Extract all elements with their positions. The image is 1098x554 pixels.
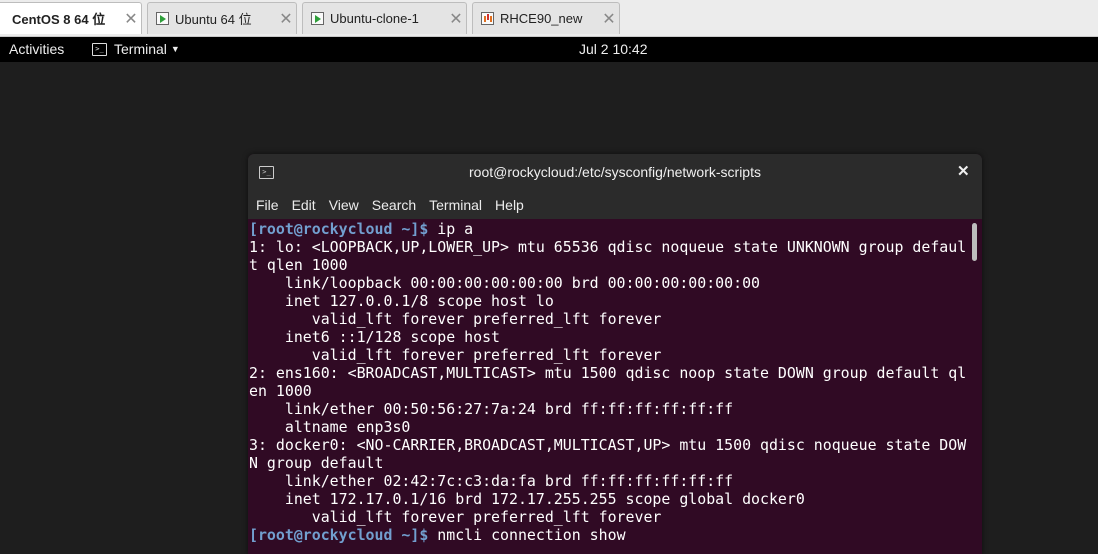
gnome-top-bar: Activities >_ Terminal ▼ Jul 2 10:42 [0, 37, 1098, 62]
vm-icon [481, 12, 494, 25]
terminal-line: link/ether 02:42:7c:c3:da:fa brd ff:ff:f… [249, 472, 968, 490]
chevron-down-icon: ▼ [170, 44, 180, 54]
line-text: valid_lft forever preferred_lft forever [249, 508, 662, 526]
line-text: link/ether 00:50:56:27:7a:24 brd ff:ff:f… [249, 400, 734, 418]
vm-tab-rhce[interactable]: RHCE90_new ✕ [472, 2, 620, 34]
window-title: root@rockycloud:/etc/sysconfig/network-s… [469, 164, 761, 180]
line-text: inet 172.17.0.1/16 brd 172.17.255.255 sc… [249, 490, 805, 508]
terminal-line: link/ether 00:50:56:27:7a:24 brd ff:ff:f… [249, 400, 968, 418]
close-icon[interactable]: ✕ [957, 162, 970, 180]
clock[interactable]: Jul 2 10:42 [579, 41, 648, 57]
line-text: N group default [249, 454, 384, 472]
terminal-window: >_ root@rockycloud:/etc/sysconfig/networ… [248, 154, 982, 554]
line-text: inet 127.0.0.1/8 scope host lo [249, 292, 554, 310]
vm-tab-ubuntu-clone[interactable]: Ubuntu-clone-1 ✕ [302, 2, 467, 34]
line-text: inet6 ::1/128 scope host [249, 328, 501, 346]
vm-icon [156, 12, 169, 25]
line-text: link/ether 02:42:7c:c3:da:fa brd ff:ff:f… [249, 472, 734, 490]
vm-tab-strip: CentOS 8 64 位 ✕ Ubuntu 64 位 ✕ Ubuntu-clo… [0, 0, 1098, 37]
vm-tab-label: RHCE90_new [500, 11, 583, 26]
terminal-line: valid_lft forever preferred_lft forever [249, 508, 968, 526]
line-text: 3: docker0: <NO-CARRIER,BROADCAST,MULTIC… [249, 436, 967, 454]
window-titlebar[interactable]: >_ root@rockycloud:/etc/sysconfig/networ… [248, 154, 982, 190]
line-text: nmcli connection show [428, 526, 626, 544]
app-menu-label: Terminal [114, 41, 167, 57]
vm-tab-centos[interactable]: CentOS 8 64 位 ✕ [0, 2, 142, 34]
terminal-line: 2: ens160: <BROADCAST,MULTICAST> mtu 150… [249, 364, 968, 382]
vm-tab-ubuntu[interactable]: Ubuntu 64 位 ✕ [147, 2, 297, 34]
terminal-icon: >_ [92, 42, 107, 56]
menu-view[interactable]: View [329, 197, 359, 213]
line-text: en 1000 [249, 382, 312, 400]
menu-help[interactable]: Help [495, 197, 524, 213]
shell-prompt: [root@rockycloud ~]$ [249, 220, 429, 238]
terminal-line: t qlen 1000 [249, 256, 968, 274]
terminal-line: inet6 ::1/128 scope host [249, 328, 968, 346]
terminal-line: link/loopback 00:00:00:00:00:00 brd 00:0… [249, 274, 968, 292]
vm-icon [311, 12, 324, 25]
line-text: 2: ens160: <BROADCAST,MULTICAST> mtu 150… [249, 364, 967, 382]
close-icon[interactable]: ✕ [276, 9, 296, 29]
line-text: ip a [428, 220, 474, 238]
terminal-line: inet 172.17.0.1/16 brd 172.17.255.255 sc… [249, 490, 968, 508]
menu-search[interactable]: Search [372, 197, 416, 213]
line-text: valid_lft forever preferred_lft forever [249, 310, 662, 328]
line-text: link/loopback 00:00:00:00:00:00 brd 00:0… [249, 274, 761, 292]
shell-prompt: [root@rockycloud ~]$ [249, 526, 429, 544]
terminal-scrollbar[interactable] [968, 219, 982, 554]
line-text: 1: lo: <LOOPBACK,UP,LOWER_UP> mtu 65536 … [249, 238, 967, 256]
line-text: altname enp3s0 [249, 418, 411, 436]
activities-button[interactable]: Activities [9, 41, 64, 57]
menu-file[interactable]: File [256, 197, 279, 213]
app-menu-button[interactable]: >_ Terminal ▼ [92, 41, 180, 57]
menu-edit[interactable]: Edit [292, 197, 316, 213]
terminal-line: N group default [249, 454, 968, 472]
line-text: valid_lft forever preferred_lft forever [249, 346, 662, 364]
line-text: t qlen 1000 [249, 256, 348, 274]
terminal-line: valid_lft forever preferred_lft forever [249, 346, 968, 364]
vm-tab-label: Ubuntu 64 位 [175, 12, 252, 27]
close-icon[interactable]: ✕ [599, 9, 619, 29]
terminal-line: 3: docker0: <NO-CARRIER,BROADCAST,MULTIC… [249, 436, 968, 454]
terminal-line: [root@rockycloud ~]$ ip a [249, 220, 968, 238]
close-icon[interactable]: ✕ [121, 9, 141, 29]
terminal-line: inet 127.0.0.1/8 scope host lo [249, 292, 968, 310]
terminal-line: valid_lft forever preferred_lft forever [249, 310, 968, 328]
terminal-line: en 1000 [249, 382, 968, 400]
terminal-line: [root@rockycloud ~]$ nmcli connection sh… [249, 526, 968, 544]
terminal-line: altname enp3s0 [249, 418, 968, 436]
terminal-line: 1: lo: <LOOPBACK,UP,LOWER_UP> mtu 65536 … [249, 238, 968, 256]
close-icon[interactable]: ✕ [446, 9, 466, 29]
scrollbar-thumb[interactable] [972, 223, 977, 261]
terminal-output[interactable]: [root@rockycloud ~]$ ip a 1: lo: <LOOPBA… [248, 219, 968, 554]
vm-tab-label: CentOS 8 64 位 [12, 12, 106, 27]
terminal-menubar: File Edit View Search Terminal Help [248, 190, 982, 220]
menu-terminal[interactable]: Terminal [429, 197, 482, 213]
vm-tab-label: Ubuntu-clone-1 [330, 11, 419, 26]
